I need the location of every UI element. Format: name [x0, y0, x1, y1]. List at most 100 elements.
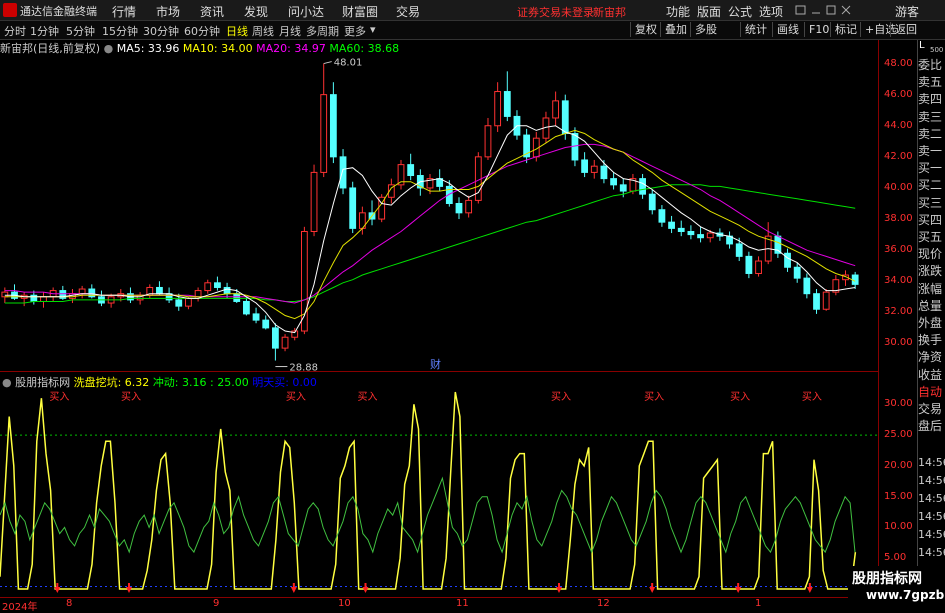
- sidebar-item[interactable]: 委比: [918, 56, 945, 73]
- candle-body: [600, 165, 608, 180]
- date-label: 10: [338, 598, 351, 609]
- menu-caifuquan[interactable]: 财富圈: [342, 3, 378, 20]
- sidebar-item[interactable]: 外盘: [918, 314, 945, 331]
- close-icon[interactable]: [841, 5, 851, 15]
- candle-body: [320, 94, 328, 173]
- menu-faxian[interactable]: 发现: [244, 3, 268, 20]
- candle-body: [706, 232, 714, 239]
- skin-icon[interactable]: [795, 5, 806, 15]
- user-label[interactable]: 游客: [895, 3, 919, 20]
- sidebar-item[interactable]: 总量: [918, 297, 945, 314]
- low-price-label: 28.88: [289, 363, 318, 371]
- candle-body: [813, 293, 820, 310]
- sidebar-item[interactable]: 现价: [918, 245, 945, 262]
- menu-gongneng[interactable]: 功能: [666, 3, 690, 20]
- high-pointer: [323, 61, 332, 65]
- menu-shichang[interactable]: 市场: [156, 3, 180, 20]
- buy-arrow-icon: [649, 583, 656, 593]
- period-1min[interactable]: 1分钟: [30, 23, 59, 39]
- candle-body: [503, 91, 511, 117]
- date-axis: 2024年8910111212: [0, 597, 878, 613]
- sidebar-item[interactable]: 涨跌: [918, 262, 945, 279]
- sidebar-item[interactable]: 卖四: [918, 90, 945, 107]
- diejia-button[interactable]: 叠加: [660, 22, 691, 37]
- menu-wenxiaoda[interactable]: 问小达: [288, 3, 324, 20]
- menu-zixun[interactable]: 资讯: [200, 3, 224, 20]
- menu-bar: 通达信金融终端 行情 市场 资讯 发现 问小达 财富圈 交易 证券交易未登录 新…: [0, 0, 945, 21]
- maximize-icon[interactable]: [826, 5, 836, 15]
- date-label: 12: [597, 598, 610, 609]
- buy-signal-label: 买入: [644, 391, 664, 403]
- sidebar-item[interactable]: 净资: [918, 348, 945, 365]
- candle-body: [310, 171, 318, 232]
- sidebar-item[interactable]: 买一: [918, 159, 945, 176]
- buy-signal-label: 买入: [730, 391, 750, 403]
- period-monthly[interactable]: 月线: [279, 23, 301, 39]
- sidebar-item[interactable]: 买三: [918, 194, 945, 211]
- period-15min[interactable]: 15分钟: [102, 23, 138, 39]
- sidebar-item[interactable]: 涨幅: [918, 280, 945, 297]
- sidebar-item[interactable]: 卖三: [918, 108, 945, 125]
- sidebar-item[interactable]: 盘后: [918, 417, 945, 434]
- sidebar-item[interactable]: 买五: [918, 228, 945, 245]
- price-tick: 48.00: [884, 57, 913, 69]
- sidebar-item[interactable]: 卖一: [918, 142, 945, 159]
- period-daily[interactable]: 日线: [226, 23, 248, 39]
- candle-body: [494, 91, 502, 127]
- sidebar-item[interactable]: 换手: [918, 331, 945, 348]
- sidebar-item[interactable]: 买二: [918, 176, 945, 193]
- candle-body: [465, 199, 473, 214]
- duogu-button[interactable]: 多股: [690, 22, 721, 37]
- indicator-tick: 20.00: [884, 459, 913, 471]
- sidebar-time: 14:56: [918, 492, 945, 505]
- menu-xuanxiang[interactable]: 选项: [759, 3, 783, 20]
- login-notice[interactable]: 证券交易未登录: [517, 4, 594, 20]
- sidebar-item[interactable]: 卖二: [918, 125, 945, 142]
- menu-hangqing[interactable]: 行情: [112, 3, 136, 20]
- sidebar-item[interactable]: 收益: [918, 366, 945, 383]
- price-tick: 44.00: [884, 119, 913, 131]
- candle-body: [233, 293, 241, 302]
- buy-signal-label: 买入: [551, 391, 571, 403]
- candle-body: [281, 336, 289, 349]
- fuquan-button[interactable]: 复权: [630, 22, 661, 37]
- sidebar-item[interactable]: 交易: [918, 400, 945, 417]
- candle-body: [455, 203, 463, 214]
- period-multi[interactable]: 多周期: [306, 23, 339, 39]
- candle-body: [243, 300, 250, 315]
- candle-body: [610, 178, 617, 186]
- candle-body: [735, 243, 743, 257]
- candle-body: [185, 297, 192, 307]
- menu-banmian[interactable]: 版面: [697, 3, 721, 20]
- period-more[interactable]: 更多: [344, 23, 366, 39]
- period-weekly[interactable]: 周线: [252, 23, 274, 39]
- buy-arrow-icon: [126, 583, 132, 593]
- candle-body: [262, 319, 270, 329]
- buy-signal-label: 买入: [358, 391, 378, 403]
- price-tick: 32.00: [884, 306, 913, 318]
- candle-body: [561, 100, 569, 135]
- period-fenshi[interactable]: 分时: [4, 23, 26, 39]
- candle-body: [658, 209, 666, 223]
- menu-gongshi[interactable]: 公式: [728, 3, 752, 20]
- period-30min[interactable]: 30分钟: [143, 23, 179, 39]
- period-more-chevron-icon[interactable]: ▾: [370, 23, 376, 36]
- f10-button[interactable]: F10: [804, 22, 833, 37]
- biaoji-button[interactable]: 标记: [830, 22, 861, 37]
- buy-signal-label: 买入: [802, 391, 822, 403]
- sidebar-item[interactable]: 自动: [918, 383, 945, 400]
- huaxian-button[interactable]: 画线: [772, 22, 803, 37]
- period-60min[interactable]: 60分钟: [184, 23, 220, 39]
- sidebar-item[interactable]: 卖五: [918, 73, 945, 90]
- candle-body: [252, 313, 260, 321]
- buy-arrow-icon: [290, 583, 297, 593]
- candle-body: [78, 288, 86, 295]
- back-button[interactable]: 返回: [890, 22, 921, 37]
- tongji-button[interactable]: 统计: [740, 22, 771, 37]
- sidebar-item[interactable]: 买四: [918, 211, 945, 228]
- menu-jiaoyi[interactable]: 交易: [396, 3, 420, 20]
- price-chart[interactable]: 48.01 28.88 财: [0, 40, 878, 371]
- candle-body: [581, 159, 589, 173]
- period-5min[interactable]: 5分钟: [66, 23, 95, 39]
- indicator-chart[interactable]: 买入 买入 买入 买入 买入 买入 买入 买入: [0, 388, 878, 597]
